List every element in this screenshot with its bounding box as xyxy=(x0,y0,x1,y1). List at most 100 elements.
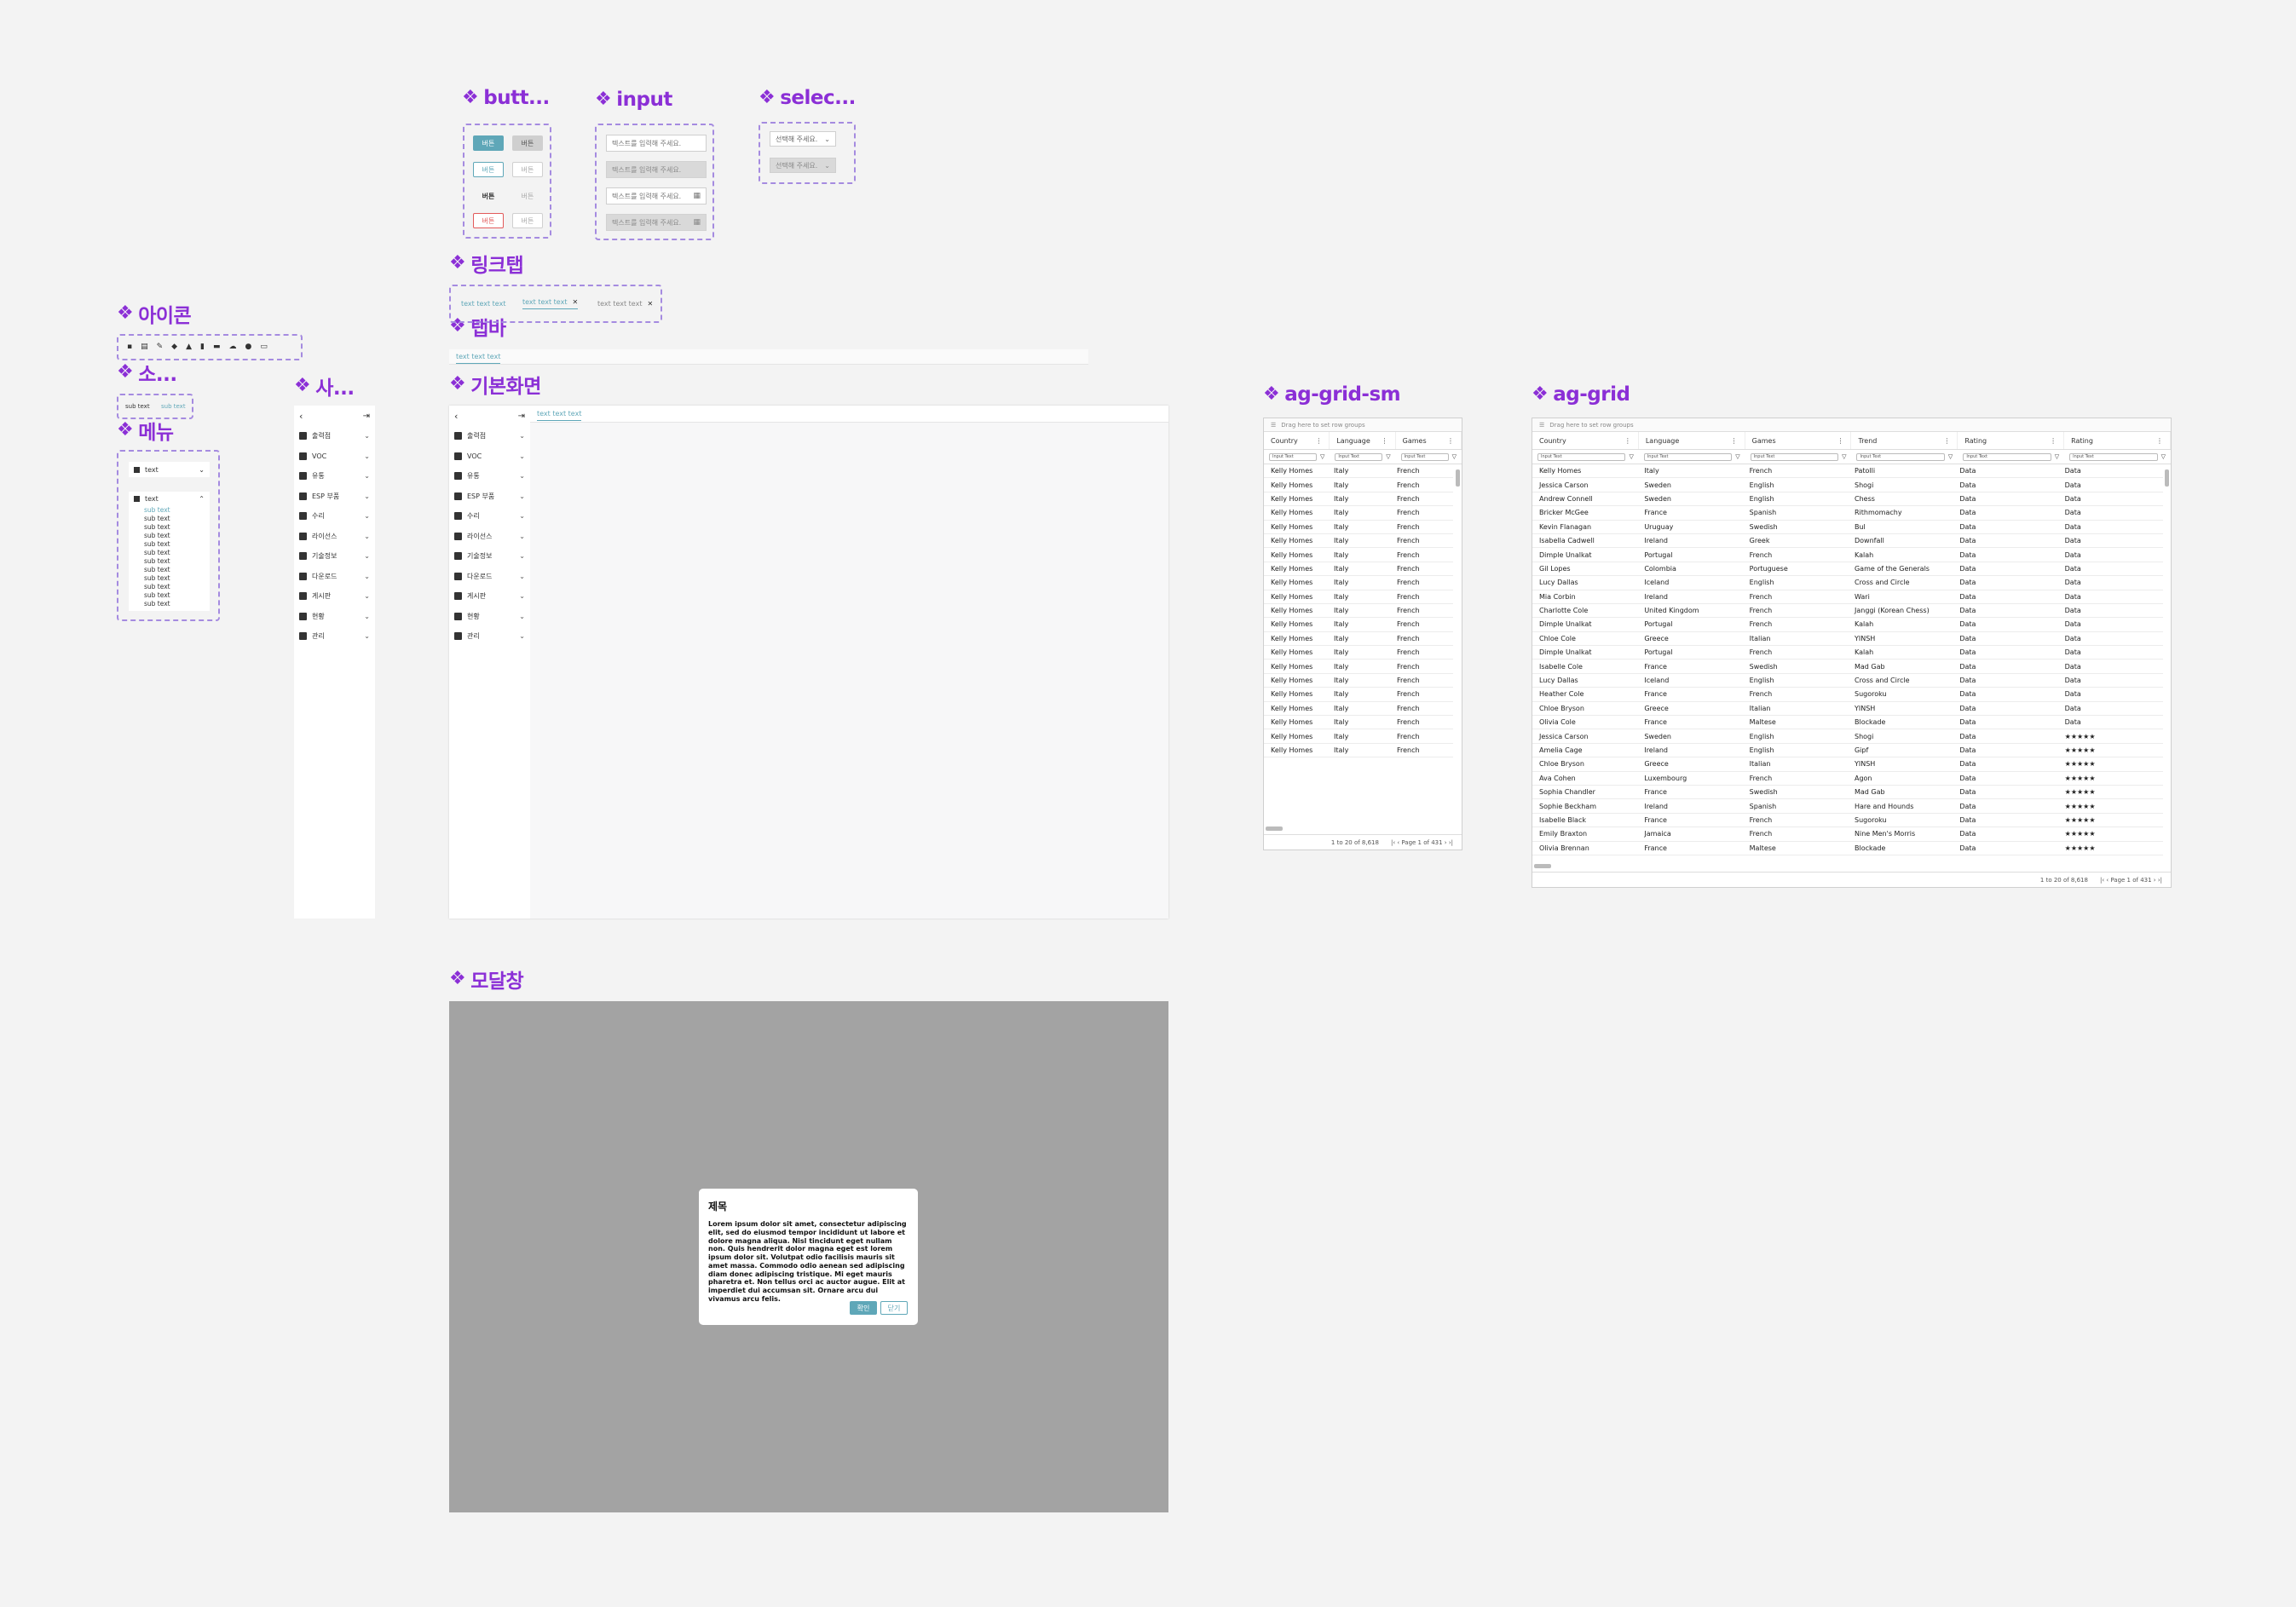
close-icon[interactable]: ✕ xyxy=(647,300,653,308)
column-header[interactable]: Language ⋮ xyxy=(1639,432,1745,449)
table-row[interactable]: Kelly Homes Italy French xyxy=(1264,646,1453,660)
column-header[interactable]: Trend ⋮ xyxy=(1851,432,1959,449)
modal-confirm-button[interactable]: 확인 xyxy=(850,1301,877,1315)
table-row[interactable]: Kelly Homes Italy French xyxy=(1264,674,1453,688)
table-row[interactable]: Dimple Unalkat Portugal French Kalah Data Dat… xyxy=(1532,618,2163,632)
table-row[interactable]: Kevin Flanagan Uruguay Swedish Bul Data Data xyxy=(1532,521,2163,534)
sidebar-item[interactable]: 현황 ⌄ xyxy=(294,607,375,627)
table-row[interactable]: Mia Corbin Ireland French Wari Data Data xyxy=(1532,590,2163,604)
menu-sub-item[interactable]: sub text xyxy=(129,522,210,531)
menu-sub-item[interactable]: sub text xyxy=(129,599,210,608)
calendar-icon[interactable]: ▦ xyxy=(693,192,701,200)
small-tab-item[interactable]: sub text xyxy=(125,403,150,410)
table-row[interactable]: Kelly Homes Italy French xyxy=(1264,660,1453,674)
horizontal-scrollbar[interactable] xyxy=(1534,864,1551,868)
table-row[interactable]: Chloe Bryson Greece Italian YINSH Data ★★★★★ xyxy=(1532,757,2163,772)
filter-input[interactable]: Input Text xyxy=(1269,452,1317,461)
table-row[interactable]: Kelly Homes Italy French xyxy=(1264,492,1453,507)
filter-icon[interactable]: ▽ xyxy=(1948,453,1953,460)
table-row[interactable]: Kelly Homes Italy French xyxy=(1264,464,1453,479)
sidebar-item[interactable]: 다운로드 ⌄ xyxy=(449,567,530,587)
column-header[interactable]: Rating ⋮ xyxy=(1958,432,2065,449)
basic-tab[interactable]: text text text xyxy=(537,410,582,421)
menu-item-header[interactable]: text ⌃ xyxy=(129,492,210,505)
table-row[interactable]: Emily Braxton Jamaica French Nine Men's Mor… xyxy=(1532,827,2163,842)
table-row[interactable]: Heather Cole France French Sugoroku Data Data xyxy=(1532,688,2163,702)
column-header[interactable]: Games ⋮ xyxy=(1745,432,1852,449)
table-row[interactable]: Kelly Homes Italy French xyxy=(1264,590,1453,604)
linktab-item-active[interactable]: text text text ✕ xyxy=(522,298,579,309)
column-menu-icon[interactable]: ⋮ xyxy=(1731,437,1738,445)
sidebar-item[interactable]: 출력점 ⌄ xyxy=(449,426,530,446)
primary-button[interactable]: 버튼 xyxy=(473,135,504,151)
table-row[interactable]: Kelly Homes Italy French xyxy=(1264,702,1453,717)
column-menu-icon[interactable]: ⋮ xyxy=(1447,437,1454,445)
table-row[interactable]: Isabelle Black France French Sugoroku Data ★★… xyxy=(1532,814,2163,828)
menu-sub-item[interactable]: sub text xyxy=(129,548,210,556)
sidebar-item[interactable]: 다운로드 ⌄ xyxy=(294,567,375,587)
linktab-item[interactable]: text text text xyxy=(461,300,505,308)
sidebar-item[interactable]: 기술정보 ⌄ xyxy=(449,546,530,567)
vertical-scrollbar[interactable] xyxy=(2165,469,2169,487)
logout-icon[interactable]: ⇥ xyxy=(363,412,370,421)
filter-icon[interactable]: ▽ xyxy=(2055,453,2059,460)
filter-input[interactable]: Input Text xyxy=(1400,452,1449,461)
text-button[interactable]: 버튼 xyxy=(473,188,504,204)
menu-sub-item[interactable]: sub text xyxy=(129,573,210,582)
filter-input[interactable]: Input Text xyxy=(1750,452,1839,461)
menu-sub-item[interactable]: sub text xyxy=(129,514,210,522)
table-row[interactable]: Kelly Homes Italy French xyxy=(1264,729,1453,744)
sidebar-item[interactable]: ESP 부품 ⌄ xyxy=(294,487,375,507)
sidebar-item[interactable]: 현황 ⌄ xyxy=(449,607,530,627)
table-row[interactable]: Ava Cohen Luxembourg French Agon Data ★★★★★ xyxy=(1532,772,2163,786)
table-row[interactable]: Dimple Unalkat Portugal French Kalah Data Dat… xyxy=(1532,548,2163,562)
filter-icon[interactable]: ▽ xyxy=(1842,453,1846,460)
menu-sub-item[interactable]: sub text xyxy=(129,505,210,514)
sidebar-item[interactable]: 게시판 ⌄ xyxy=(294,586,375,607)
column-header[interactable]: Language ⋮ xyxy=(1330,432,1396,449)
filter-icon[interactable]: ▽ xyxy=(1320,453,1324,460)
menu-sub-item[interactable]: sub text xyxy=(129,539,210,548)
chevron-left-icon[interactable]: ‹ xyxy=(454,411,458,422)
column-menu-icon[interactable]: ⋮ xyxy=(1624,437,1631,445)
filter-input[interactable]: Input Text xyxy=(1335,452,1383,461)
table-row[interactable]: Olivia Brennan France Maltese Blockade Data ★… xyxy=(1532,842,2163,855)
filter-icon[interactable]: ▽ xyxy=(2161,453,2166,460)
sidebar-item[interactable]: 라이선스 ⌄ xyxy=(294,527,375,547)
table-row[interactable]: Chloe Cole Greece Italian YINSH Data Data xyxy=(1532,632,2163,647)
filter-input[interactable]: Input Text xyxy=(1643,452,1733,461)
column-menu-icon[interactable]: ⋮ xyxy=(1943,437,1950,445)
table-row[interactable]: Kelly Homes Italy French xyxy=(1264,716,1453,730)
danger-button[interactable]: 버튼 xyxy=(473,213,504,228)
sidebar-item[interactable]: 기술정보 ⌄ xyxy=(294,546,375,567)
table-row[interactable]: Kelly Homes Italy French xyxy=(1264,618,1453,632)
menu-item[interactable]: text ⌄ xyxy=(129,462,210,477)
text-input[interactable]: 텍스트를 입력해 주세요. xyxy=(606,135,707,152)
filter-input[interactable]: Input Text xyxy=(2069,452,2158,461)
sidebar-item[interactable]: 유통 ⌄ xyxy=(449,466,530,487)
menu-sub-item[interactable]: sub text xyxy=(129,565,210,573)
table-row[interactable]: Isabelle Cole France Swedish Mad Gab Data Dat… xyxy=(1532,660,2163,674)
sidebar-item[interactable]: ESP 부품 ⌄ xyxy=(449,487,530,507)
table-row[interactable]: Isabella Cadwell Ireland Greek Downfall Data… xyxy=(1532,534,2163,549)
column-menu-icon[interactable]: ⋮ xyxy=(1315,437,1322,445)
table-row[interactable]: Charlotte Cole United Kingdom French Janggi… xyxy=(1532,604,2163,619)
row-group-bar[interactable]: ☰ Drag here to set row groups xyxy=(1264,418,1462,432)
table-row[interactable]: Bricker McGee France Spanish Rithmomachy Dat… xyxy=(1532,506,2163,521)
sidebar-item[interactable]: VOC ⌄ xyxy=(449,446,530,467)
row-group-bar[interactable]: ☰ Drag here to set row groups xyxy=(1532,418,2171,432)
small-tab-item-active[interactable]: sub text xyxy=(161,403,186,410)
table-row[interactable]: Sophie Beckham Ireland Spanish Hare and Hou… xyxy=(1532,799,2163,814)
menu-sub-item[interactable]: sub text xyxy=(129,556,210,565)
sidebar-item[interactable]: 수리 ⌄ xyxy=(449,506,530,527)
column-menu-icon[interactable]: ⋮ xyxy=(2050,437,2057,445)
column-header[interactable]: Country ⋮ xyxy=(1532,432,1639,449)
table-row[interactable]: Kelly Homes Italy French xyxy=(1264,562,1453,577)
column-menu-icon[interactable]: ⋮ xyxy=(1837,437,1843,445)
table-row[interactable]: Kelly Homes Italy French xyxy=(1264,521,1453,534)
table-row[interactable]: Gil Lopes Colombia Portuguese Game of the G… xyxy=(1532,562,2163,577)
filter-input[interactable]: Input Text xyxy=(1963,452,2051,461)
pagination-controls[interactable]: |‹ ‹ Page 1 of 431 › ›| xyxy=(2100,877,2162,884)
tabbar-tab[interactable]: text text text xyxy=(456,353,501,364)
table-row[interactable]: Kelly Homes Italy French xyxy=(1264,478,1453,492)
